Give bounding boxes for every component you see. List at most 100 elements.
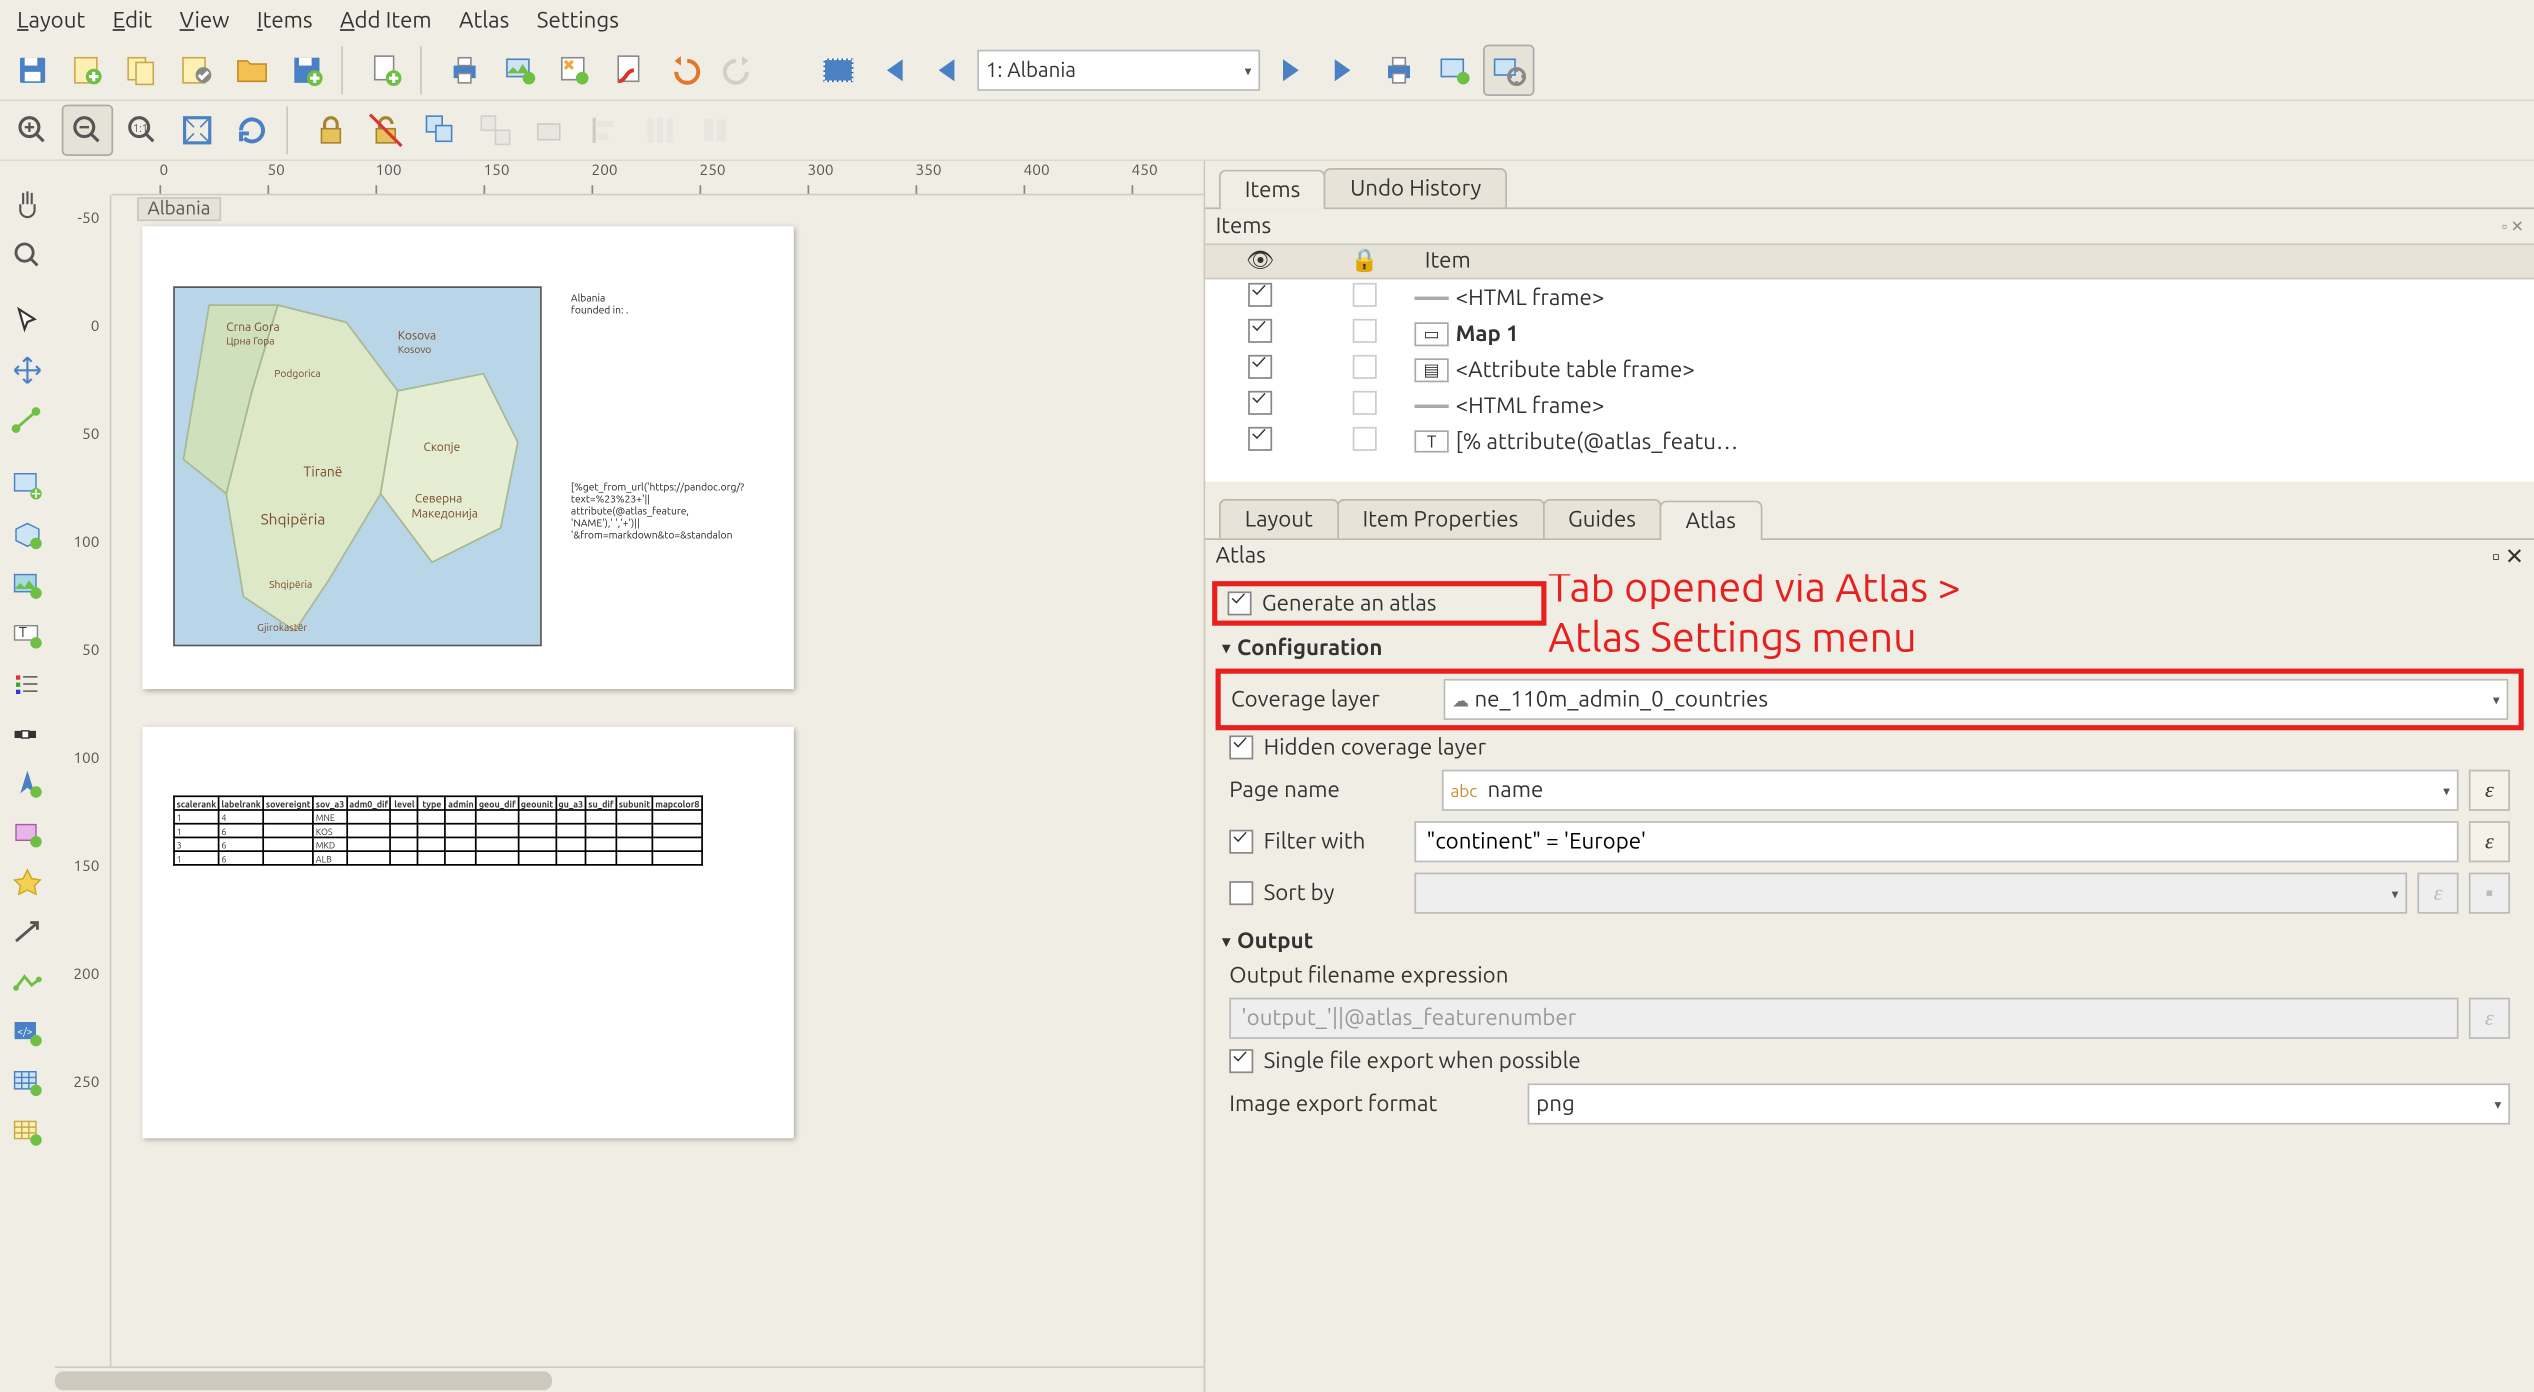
tab-items[interactable]: Items (1219, 170, 1326, 209)
zoom-actual-icon[interactable]: 1:1 (117, 105, 168, 156)
export-image-icon[interactable] (494, 45, 545, 96)
item-visible-checkbox[interactable] (1248, 355, 1272, 379)
single-file-export-checkbox[interactable] (1229, 1049, 1253, 1073)
move-content-icon[interactable] (3, 346, 51, 394)
item-lock-checkbox[interactable] (1353, 391, 1377, 415)
add-fixed-table-icon[interactable] (3, 1107, 51, 1155)
export-pdf-icon[interactable] (603, 45, 654, 96)
atlas-feature-combo[interactable]: 1: Albania▾ (977, 50, 1260, 91)
item-visible-checkbox[interactable] (1248, 391, 1272, 415)
tab-atlas[interactable]: Atlas (1660, 501, 1762, 540)
menu-settings[interactable]: Settings (523, 5, 633, 36)
add-node-item-icon[interactable] (3, 958, 51, 1006)
list-item[interactable]: <HTML frame> (1205, 279, 2534, 315)
atlas-last-icon[interactable] (1318, 45, 1369, 96)
text-item-2[interactable]: [%get_from_url('https://pandoc.org/?text… (571, 483, 777, 542)
menu-edit[interactable]: Edit (99, 5, 166, 36)
refresh-icon[interactable] (226, 105, 277, 156)
page-name-expression-button[interactable]: ε (2469, 770, 2510, 811)
align-left-icon[interactable] (579, 105, 630, 156)
list-item[interactable]: ▤<Attribute table frame> (1205, 351, 2534, 387)
canvas-hscrollbar[interactable] (55, 1366, 1204, 1392)
add-html-icon[interactable]: </> (3, 1008, 51, 1056)
unlock-icon[interactable] (360, 105, 411, 156)
resize-icon[interactable] (689, 105, 740, 156)
atlas-panel-opts-icon[interactable]: ▫ ✕ (2492, 543, 2524, 570)
item-lock-checkbox[interactable] (1353, 319, 1377, 343)
filter-with-checkbox[interactable] (1229, 830, 1253, 854)
tab-layout[interactable]: Layout (1219, 499, 1338, 538)
canvas-viewport[interactable]: Albania Crna Gora Црна Гора Kosova (111, 195, 1203, 1366)
items-list[interactable]: <HTML frame>▭Map 1▤<Attribute table fram… (1205, 279, 2534, 481)
layout-manager-icon[interactable] (171, 45, 222, 96)
coverage-layer-combo[interactable]: ☁ne_110m_admin_0_countries ▾ (1444, 679, 2509, 720)
tab-undo-history[interactable]: Undo History (1324, 168, 1507, 207)
select-tool-icon[interactable] (3, 297, 51, 345)
add-scalebar-icon[interactable] (3, 710, 51, 758)
page-name-combo[interactable]: abc name ▾ (1442, 770, 2459, 811)
undo-icon[interactable] (658, 45, 709, 96)
atlas-next-icon[interactable] (1264, 45, 1315, 96)
item-lock-checkbox[interactable] (1353, 283, 1377, 307)
zoom-tool-icon[interactable] (3, 231, 51, 279)
new-layout-icon[interactable] (62, 45, 113, 96)
add-legend-icon[interactable] (3, 660, 51, 708)
menu-layout[interactable]: Layout (3, 5, 98, 36)
menu-add-item[interactable]: Add Item (326, 5, 445, 36)
item-lock-checkbox[interactable] (1353, 427, 1377, 451)
ungroup-icon[interactable] (470, 105, 521, 156)
add-picture-icon[interactable] (3, 561, 51, 609)
atlas-settings-icon[interactable] (1483, 45, 1534, 96)
sort-by-checkbox[interactable] (1229, 881, 1253, 905)
pan-tool-icon[interactable] (3, 182, 51, 230)
atlas-export-image-icon[interactable] (1428, 45, 1479, 96)
item-visible-checkbox[interactable] (1248, 283, 1272, 307)
filter-with-input[interactable] (1414, 821, 2458, 862)
section-configuration[interactable]: Configuration (1237, 636, 1382, 660)
export-svg-icon[interactable] (549, 45, 600, 96)
atlas-preview-icon[interactable] (813, 45, 864, 96)
zoom-full-icon[interactable] (171, 105, 222, 156)
open-folder-icon[interactable] (226, 45, 277, 96)
item-visible-checkbox[interactable] (1248, 427, 1272, 451)
add-pages-icon[interactable] (360, 45, 411, 96)
redo-icon[interactable] (713, 45, 764, 96)
save-template-icon[interactable] (281, 45, 332, 96)
save-icon[interactable] (7, 45, 58, 96)
text-item-1[interactable]: Albania founded in: . (571, 295, 629, 319)
add-3dmap-icon[interactable] (3, 511, 51, 559)
group-icon[interactable] (415, 105, 466, 156)
atlas-print-icon[interactable] (1373, 45, 1424, 96)
list-item[interactable]: <HTML frame> (1205, 387, 2534, 423)
item-visible-checkbox[interactable] (1248, 319, 1272, 343)
layout-page-1[interactable]: Albania Crna Gora Црна Гора Kosova (142, 226, 794, 689)
distribute-icon[interactable] (634, 105, 685, 156)
duplicate-layout-icon[interactable] (117, 45, 168, 96)
add-label-icon[interactable]: T (3, 610, 51, 658)
menu-items[interactable]: Items (243, 5, 326, 36)
add-arrow-icon[interactable] (3, 909, 51, 957)
menu-view[interactable]: View (166, 5, 243, 36)
list-item[interactable]: T[% attribute(@atlas_featu… (1205, 423, 2534, 459)
list-item[interactable]: ▭Map 1 (1205, 315, 2534, 351)
image-export-format-combo[interactable]: png ▾ (1528, 1083, 2510, 1124)
generate-atlas-checkbox[interactable] (1228, 591, 1252, 615)
add-shape-icon[interactable] (3, 809, 51, 857)
filter-expression-button[interactable]: ε (2469, 821, 2510, 862)
raise-icon[interactable] (525, 105, 576, 156)
add-map-icon[interactable] (3, 461, 51, 509)
item-lock-checkbox[interactable] (1353, 355, 1377, 379)
tab-guides[interactable]: Guides (1542, 499, 1661, 538)
zoom-in-icon[interactable] (7, 105, 58, 156)
hidden-coverage-checkbox[interactable] (1229, 735, 1253, 759)
atlas-prev-icon[interactable] (922, 45, 973, 96)
layout-page-2[interactable]: scaleranklabelranksovereigntsov_a3adm0_d… (142, 727, 794, 1138)
print-icon[interactable] (439, 45, 490, 96)
add-table-icon[interactable] (3, 1058, 51, 1106)
edit-nodes-icon[interactable] (3, 396, 51, 444)
section-output[interactable]: Output (1237, 929, 1313, 953)
items-panel-opts-icon[interactable]: ▫ ✕ (2502, 217, 2524, 236)
add-marker-icon[interactable] (3, 859, 51, 907)
lock-icon[interactable] (305, 105, 356, 156)
atlas-first-icon[interactable] (868, 45, 919, 96)
